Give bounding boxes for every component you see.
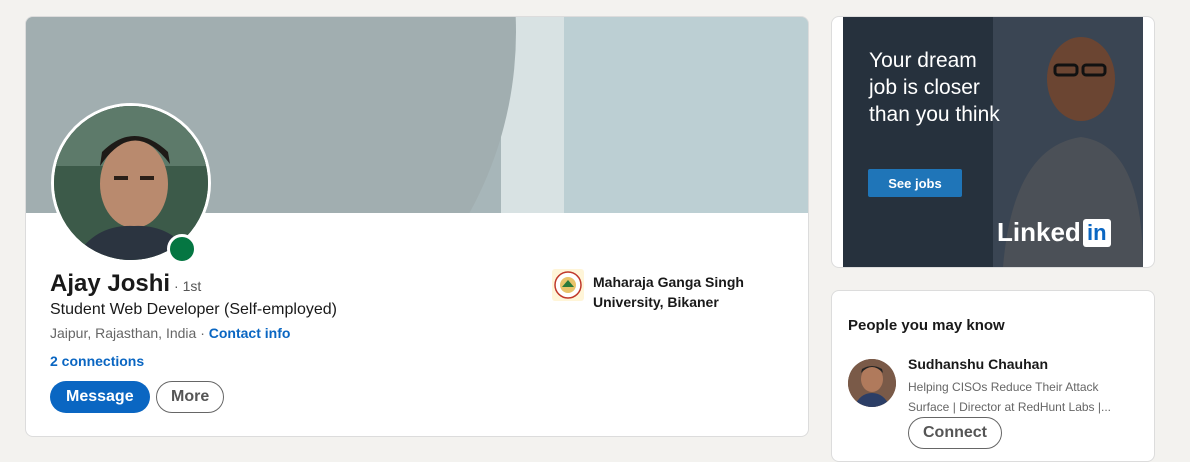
education-name[interactable]: Maharaja Ganga Singh University, Bikaner: [593, 272, 763, 312]
online-status-indicator: [167, 234, 197, 264]
profile-card: Ajay Joshi · 1st Student Web Developer (…: [25, 16, 809, 437]
connect-button[interactable]: Connect: [908, 417, 1002, 449]
linkedin-in-icon: in: [1082, 218, 1111, 247]
ad-card[interactable]: Your dream job is closer than you think …: [831, 16, 1155, 268]
profile-name: Ajay Joshi: [50, 270, 171, 297]
ad-image[interactable]: Your dream job is closer than you think …: [843, 17, 1143, 267]
person-name[interactable]: Sudhanshu Chauhan: [908, 356, 1048, 372]
people-you-may-know-card: People you may know Sudhanshu Chauhan He…: [831, 290, 1155, 462]
person-avatar[interactable]: [848, 359, 896, 407]
connections-link[interactable]: 2 connections: [50, 353, 144, 369]
profile-location: Jaipur, Rajasthan, India ·: [50, 325, 209, 341]
see-jobs-button[interactable]: See jobs: [868, 169, 962, 197]
person-headline: Helping CISOs Reduce Their Attack Surfac…: [908, 380, 1111, 414]
message-button[interactable]: Message: [50, 381, 150, 413]
linkedin-logo-text: Linked: [997, 217, 1081, 247]
contact-info-link[interactable]: Contact info: [209, 325, 291, 341]
ad-headline: Your dream job is closer than you think: [869, 49, 1000, 126]
university-logo-icon[interactable]: [552, 269, 584, 301]
connection-degree: · 1st: [174, 278, 202, 294]
more-button[interactable]: More: [156, 381, 225, 413]
profile-headline: Student Web Developer (Self-employed): [50, 301, 337, 318]
profile-location-row: Jaipur, Rajasthan, India · Contact info: [50, 325, 290, 341]
linkedin-logo: Linked in: [997, 217, 1111, 248]
people-section-title: People you may know: [848, 317, 1005, 334]
